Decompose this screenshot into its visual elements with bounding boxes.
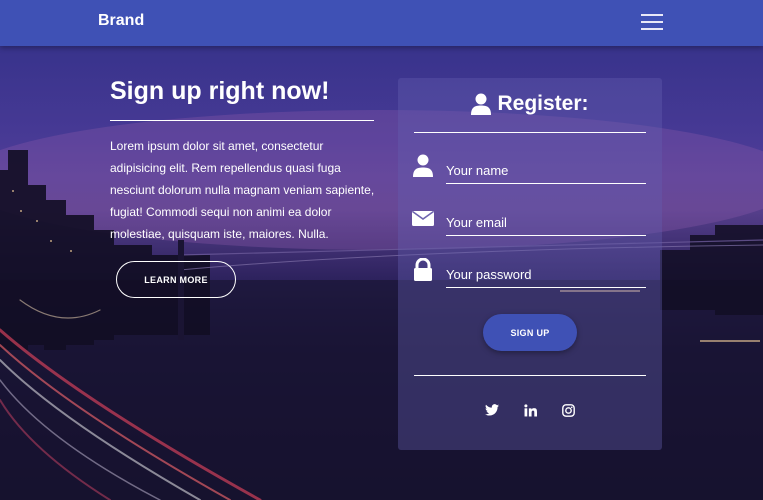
email-input[interactable] (446, 206, 646, 236)
hero-title: Sign up right now! (110, 77, 330, 105)
name-field-group (412, 154, 646, 190)
hero-divider (110, 120, 374, 121)
register-top-divider (414, 132, 646, 133)
password-field-group (412, 258, 646, 294)
brand-link[interactable]: Brand (98, 12, 144, 30)
hamburger-menu-icon[interactable] (641, 13, 663, 31)
email-field-group (412, 206, 646, 242)
register-bottom-divider (414, 375, 646, 376)
password-input[interactable] (446, 258, 646, 288)
register-card: Register: SIGN UP (398, 78, 662, 450)
sign-up-button[interactable]: SIGN UP (483, 314, 577, 351)
navbar: Brand (0, 0, 763, 46)
twitter-icon[interactable] (485, 403, 499, 417)
user-icon (471, 93, 492, 115)
register-title: Register: (497, 92, 589, 115)
lock-icon (414, 258, 432, 281)
register-heading: Register: (398, 92, 662, 116)
name-input[interactable] (446, 154, 646, 184)
hero-description: Lorem ipsum dolor sit amet, consectetur … (110, 139, 375, 241)
envelope-icon (412, 210, 434, 226)
instagram-icon[interactable] (561, 403, 575, 417)
learn-more-button[interactable]: LEARN MORE (116, 261, 236, 298)
linkedin-icon[interactable] (523, 403, 537, 417)
user-icon (413, 154, 433, 177)
